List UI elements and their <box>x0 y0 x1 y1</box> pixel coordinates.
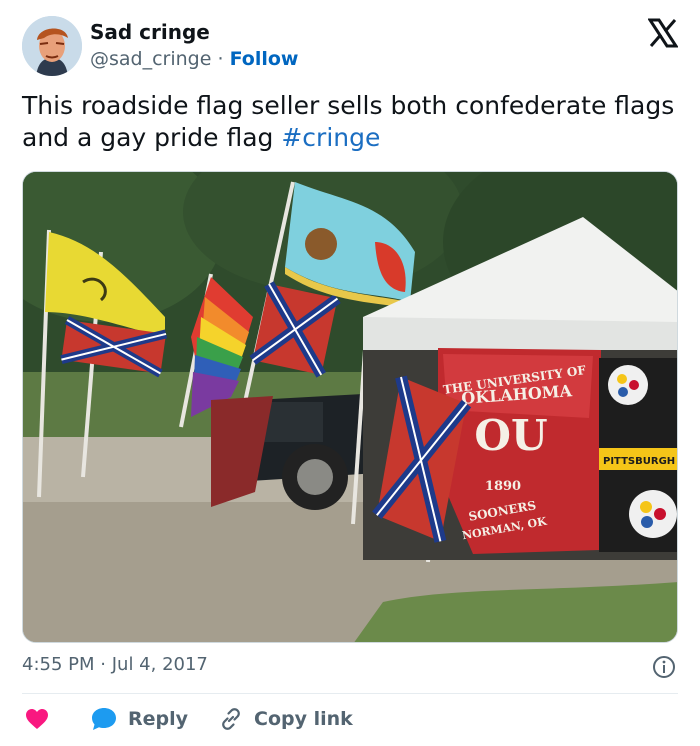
tweet-card: Sad cringe @sad_cringe · Follow This roa… <box>0 0 700 746</box>
tweet-text: This roadside flag seller sells both con… <box>22 90 682 154</box>
tweet-timestamp[interactable]: 4:55 PM · Jul 4, 2017 <box>22 654 208 675</box>
ou-year: 1890 <box>485 479 521 494</box>
link-icon <box>222 708 240 730</box>
reply-button[interactable]: Reply <box>90 706 188 732</box>
x-logo-icon[interactable] <box>648 18 678 48</box>
steelers-banner: PITTSBURGH S <box>599 358 678 552</box>
like-button[interactable] <box>24 707 60 731</box>
copy-link-button[interactable]: Copy link <box>218 706 353 732</box>
photo-scene: THE UNIVERSITY OF OKLAHOMA OU 1890 SOONE… <box>23 172 678 642</box>
tweet-time: 4:55 PM <box>22 654 95 675</box>
copy-link-label: Copy link <box>254 708 353 730</box>
steelers-banner-text: PITTSBURGH S <box>603 456 678 467</box>
avatar[interactable] <box>22 16 82 76</box>
info-icon[interactable] <box>652 655 676 679</box>
ou-logo: OU <box>474 411 547 460</box>
handle-row: @sad_cringe · Follow <box>90 48 298 70</box>
action-bar: Reply Copy link <box>24 702 383 736</box>
display-name[interactable]: Sad cringe <box>90 20 210 44</box>
reply-label: Reply <box>128 708 189 730</box>
handle-separator: · <box>217 48 224 70</box>
heart-icon <box>26 709 48 729</box>
ou-flag: THE UNIVERSITY OF OKLAHOMA OU 1890 SOONE… <box>438 348 601 554</box>
meta-separator: · <box>100 654 106 675</box>
hashtag-link[interactable]: #cringe <box>281 123 380 152</box>
divider <box>22 693 678 694</box>
handle[interactable]: @sad_cringe <box>90 48 211 70</box>
avatar-image <box>22 16 82 76</box>
follow-button[interactable]: Follow <box>230 48 299 70</box>
tweet-photo[interactable]: THE UNIVERSITY OF OKLAHOMA OU 1890 SOONE… <box>22 171 678 643</box>
reply-bubble-icon <box>92 708 116 730</box>
tweet-date: Jul 4, 2017 <box>111 654 208 675</box>
